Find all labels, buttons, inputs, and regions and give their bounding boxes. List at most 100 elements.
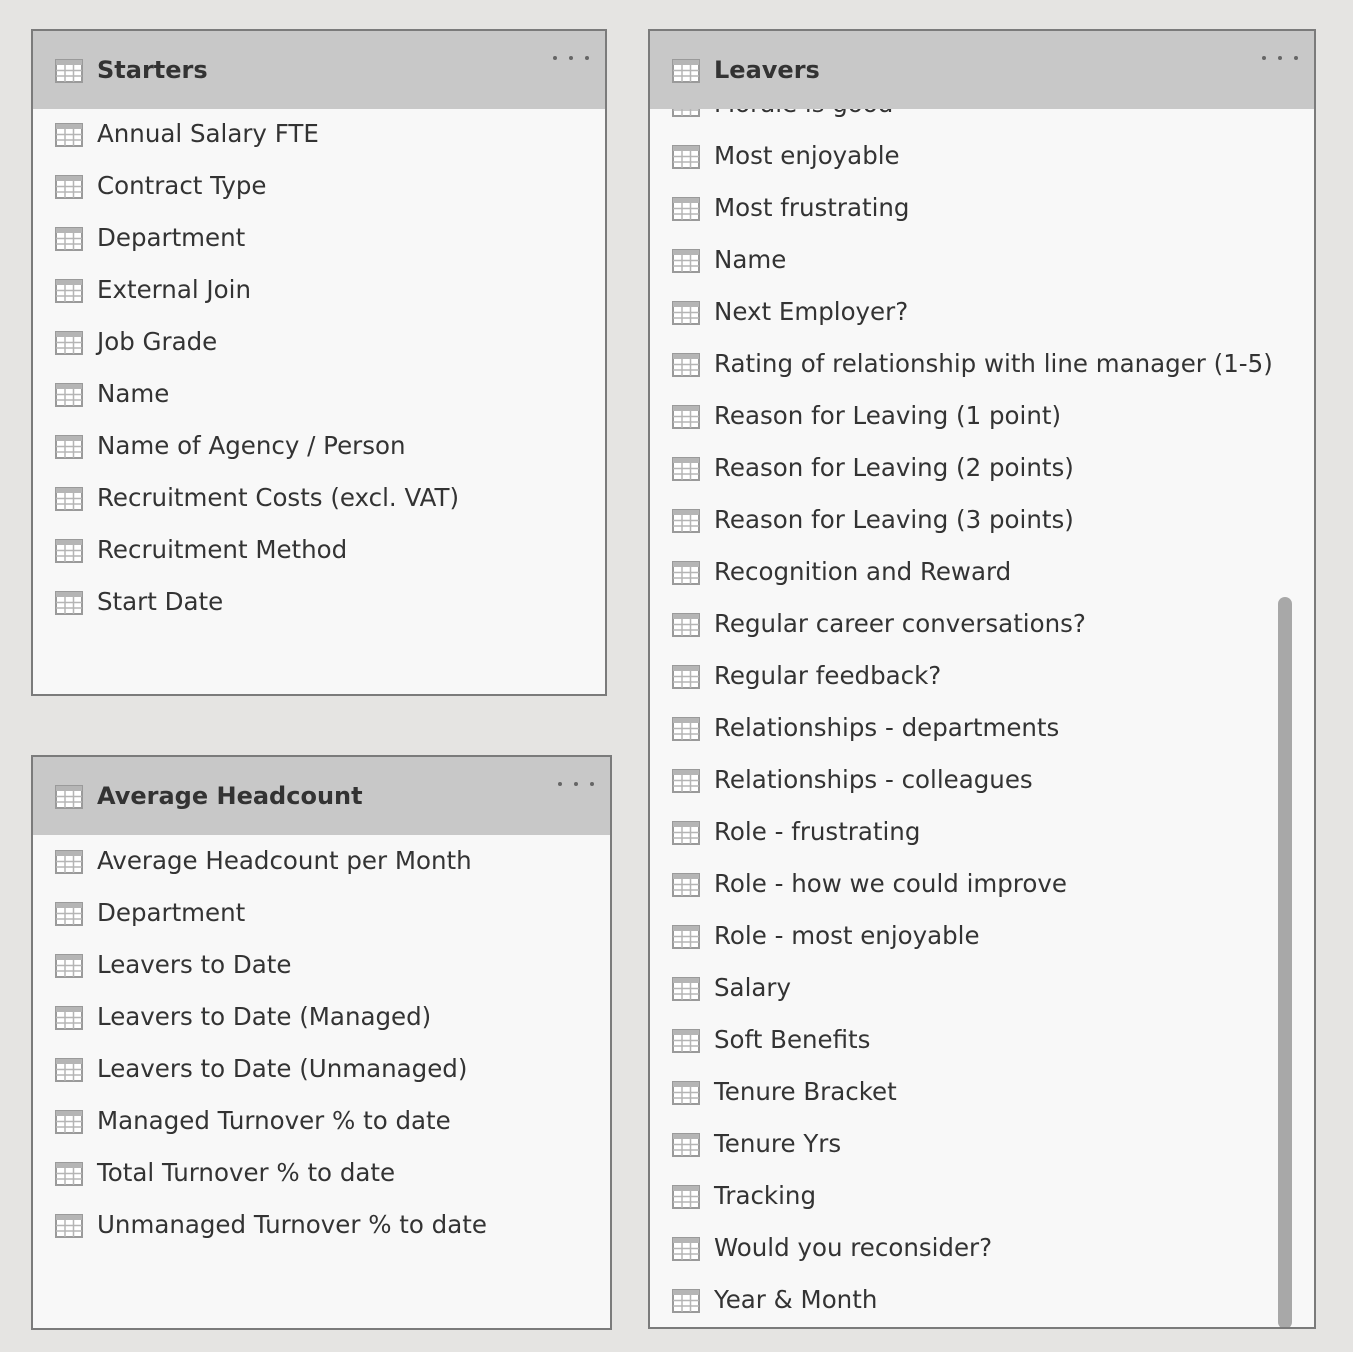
table-icon [55,487,83,511]
field-row[interactable]: Next Employer? [650,291,1314,335]
field-label: Recruitment Costs (excl. VAT) [97,483,460,512]
starters-more-options-button[interactable] [553,49,589,67]
field-row[interactable]: Start Date [33,581,605,625]
leavers-table-card[interactable]: Leavers Morale is goodMost enjoyableMost… [648,29,1316,1329]
table-icon [55,123,83,147]
field-row[interactable]: Soft Benefits [650,1019,1314,1063]
table-icon [672,925,700,949]
field-label: Reason for Leaving (3 points) [714,505,1074,534]
table-icon [672,1081,700,1105]
field-row[interactable]: Unmanaged Turnover % to date [33,1204,610,1248]
field-row[interactable]: Name of Agency / Person [33,425,605,469]
field-row[interactable]: Relationships - departments [650,707,1314,751]
field-row[interactable]: Recruitment Costs (excl. VAT) [33,477,605,521]
field-label: Unmanaged Turnover % to date [97,1210,487,1239]
table-icon [55,1006,83,1030]
field-row[interactable]: Reason for Leaving (2 points) [650,447,1314,491]
table-icon [55,954,83,978]
field-row[interactable]: Recognition and Reward [650,551,1314,595]
average-headcount-table-card[interactable]: Average Headcount Average Headcount per … [31,755,612,1330]
table-icon [672,353,700,377]
table-icon [672,59,700,83]
field-row[interactable]: Recruitment Method [33,529,605,573]
field-row[interactable]: External Join [33,269,605,313]
table-icon [55,435,83,459]
leavers-table-header[interactable]: Leavers [650,31,1314,109]
starters-table-header[interactable]: Starters [33,31,605,109]
field-row[interactable]: Name [650,239,1314,283]
field-row[interactable]: Salary [650,967,1314,1011]
table-icon [672,405,700,429]
field-row[interactable]: Reason for Leaving (1 point) [650,395,1314,439]
field-row[interactable]: Tracking [650,1175,1314,1219]
table-icon [55,1110,83,1134]
field-row[interactable]: Department [33,892,610,936]
average-headcount-table-header[interactable]: Average Headcount [33,757,610,835]
field-row[interactable]: Job Grade [33,321,605,365]
field-row[interactable]: Total Turnover % to date [33,1152,610,1196]
average-headcount-table-title: Average Headcount [97,782,363,810]
table-icon [672,769,700,793]
field-label: Managed Turnover % to date [97,1106,451,1135]
field-row[interactable]: Year & Month [650,1279,1314,1323]
table-icon [672,1133,700,1157]
field-label: Department [97,223,246,252]
field-row[interactable]: Annual Salary FTE [33,113,605,157]
table-icon [672,1185,700,1209]
field-row[interactable]: Contract Type [33,165,605,209]
field-label: Relationships - colleagues [714,765,1033,794]
field-label: Role - how we could improve [714,869,1067,898]
field-label: External Join [97,275,251,304]
field-row[interactable]: Tenure Bracket [650,1071,1314,1115]
field-row[interactable]: Most enjoyable [650,135,1314,179]
field-label: Year & Month [714,1285,878,1314]
table-icon [55,175,83,199]
field-row[interactable]: Would you reconsider? [650,1227,1314,1271]
field-row[interactable]: Rating of relationship with line manager… [650,343,1314,387]
table-icon [672,509,700,533]
field-label: Most frustrating [714,193,910,222]
field-label: Recruitment Method [97,535,348,564]
average-headcount-more-options-button[interactable] [558,775,594,793]
field-row[interactable]: Most frustrating [650,187,1314,231]
field-row[interactable]: Regular career conversations? [650,603,1314,647]
table-icon [672,301,700,325]
field-label: Job Grade [97,327,218,356]
field-label: Relationships - departments [714,713,1060,742]
table-icon [672,457,700,481]
field-row[interactable]: Average Headcount per Month [33,840,610,884]
field-row[interactable]: Leavers to Date [33,944,610,988]
field-row[interactable]: Name [33,373,605,417]
field-row[interactable]: Regular feedback? [650,655,1314,699]
field-row[interactable]: Managed Turnover % to date [33,1100,610,1144]
field-label: Contract Type [97,171,267,200]
field-label: Most enjoyable [714,141,900,170]
field-row[interactable]: Reason for Leaving (3 points) [650,499,1314,543]
table-icon [55,902,83,926]
leavers-scrollbar-thumb[interactable] [1278,597,1292,1327]
field-label: Name of Agency / Person [97,431,406,460]
field-row[interactable]: Leavers to Date (Unmanaged) [33,1048,610,1092]
field-row[interactable]: Role - most enjoyable [650,915,1314,959]
table-icon [55,785,83,809]
field-label: Rating of relationship with line manager… [714,349,1273,378]
table-icon [672,197,700,221]
field-row[interactable]: Department [33,217,605,261]
table-icon [672,821,700,845]
table-icon [55,1162,83,1186]
field-row[interactable]: Tenure Yrs [650,1123,1314,1167]
table-icon [672,249,700,273]
leavers-scrollbar[interactable] [1276,597,1294,1327]
starters-table-card[interactable]: Starters Annual Salary FTE Contract Type D… [31,29,607,696]
field-row[interactable]: Relationships - colleagues [650,759,1314,803]
field-row[interactable]: Role - how we could improve [650,863,1314,907]
field-row[interactable]: Role - frustrating [650,811,1314,855]
field-row[interactable]: Leavers to Date (Managed) [33,996,610,1040]
table-icon [55,279,83,303]
field-label: Annual Salary FTE [97,119,319,148]
field-label: Leavers to Date (Unmanaged) [97,1054,468,1083]
table-icon [55,227,83,251]
leavers-more-options-button[interactable] [1262,49,1298,67]
field-label: Start Date [97,587,224,616]
field-label: Tenure Yrs [714,1129,842,1158]
